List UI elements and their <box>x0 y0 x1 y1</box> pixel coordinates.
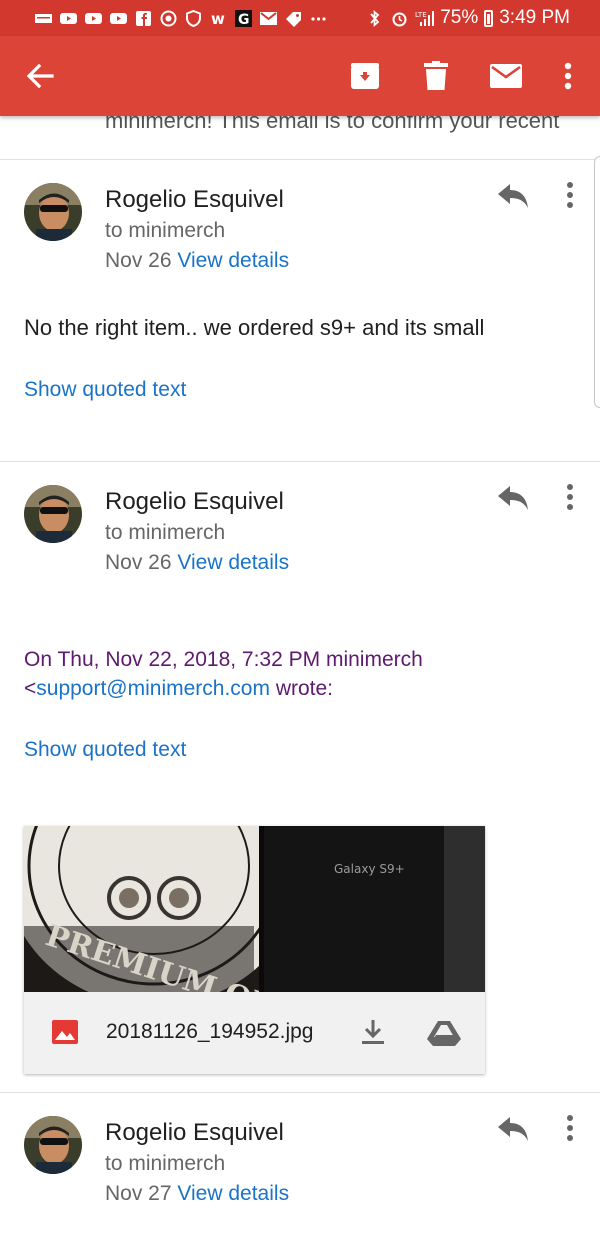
more-vert-icon[interactable] <box>548 56 588 96</box>
save-to-drive-icon[interactable] <box>427 1020 461 1046</box>
gmail-icon <box>259 10 278 27</box>
svg-text:w: w <box>211 10 225 27</box>
message-more-icon[interactable] <box>560 482 580 512</box>
battery-percent: 75% <box>440 7 479 28</box>
message-more-icon[interactable] <box>560 1113 580 1143</box>
youtube-icon <box>84 10 103 27</box>
quote-attribution-line: <support@minimerch.com wrote: <box>24 674 423 703</box>
reply-icon[interactable] <box>496 484 530 512</box>
message-divider <box>0 1092 600 1093</box>
youtube-icon <box>59 10 78 27</box>
avatar[interactable] <box>24 183 82 241</box>
app-notification-icon <box>159 10 178 27</box>
message-date: Nov 26 <box>105 551 172 574</box>
avatar[interactable] <box>24 1116 82 1174</box>
thumbnail-brand-text: Galaxy S9+ <box>334 862 405 876</box>
date-line: Nov 26 View details <box>105 249 289 273</box>
view-details-link[interactable]: View details <box>177 249 289 272</box>
bluetooth-icon <box>365 9 384 27</box>
youtube-icon <box>109 10 128 27</box>
recipient-line: to minimerch <box>105 521 226 544</box>
avatar[interactable] <box>24 485 82 543</box>
attachment-thumbnail[interactable]: PREMIUM QUALI Galaxy S9+ <box>24 826 485 992</box>
mark-unread-icon[interactable] <box>486 56 526 96</box>
svg-text:G: G <box>238 12 250 27</box>
date-line: Nov 27 View details <box>105 1182 289 1206</box>
status-time: 3:49 PM <box>499 7 570 28</box>
quote-attribution-line: On Thu, Nov 22, 2018, 7:32 PM minimerch <box>24 648 423 671</box>
reply-icon[interactable] <box>496 182 530 210</box>
delete-icon[interactable] <box>416 56 456 96</box>
quote-attribution-lt: < <box>24 677 37 700</box>
image-file-icon <box>52 1020 78 1044</box>
view-details-link[interactable]: View details <box>177 1182 289 1205</box>
app-g-icon: G <box>234 9 253 27</box>
shield-icon <box>184 9 203 27</box>
show-quoted-text-link[interactable]: Show quoted text <box>24 378 186 402</box>
quote-attribution-wrote: wrote: <box>269 677 334 700</box>
download-icon[interactable] <box>361 1018 385 1046</box>
message-notification-icon <box>34 10 53 27</box>
message-date: Nov 26 <box>105 249 172 272</box>
show-quoted-text-link[interactable]: Show quoted text <box>24 738 186 762</box>
quote-attribution: On Thu, Nov 22, 2018, 7:32 PM minimerch … <box>24 645 423 703</box>
network-label: LTE <box>415 11 427 19</box>
attachment-footer: 20181126_194952.jpg <box>24 992 485 1074</box>
signal-icon: LTE <box>415 10 435 27</box>
more-notifications-icon <box>309 10 328 27</box>
system-status: LTE 75% 3:49 PM <box>365 7 570 29</box>
message-divider <box>0 461 600 462</box>
sender-name: Rogelio Esquivel <box>105 488 284 515</box>
archive-icon[interactable] <box>345 56 385 96</box>
battery-icon <box>484 9 494 27</box>
date-line: Nov 26 View details <box>105 551 289 575</box>
scrollbar-thumb[interactable] <box>594 156 600 408</box>
alarm-icon <box>390 10 409 27</box>
attachment-card[interactable]: PREMIUM QUALI Galaxy S9+ 20181126_194952… <box>24 826 485 1074</box>
app-bar <box>0 36 600 116</box>
tag-icon <box>284 10 303 27</box>
reply-icon[interactable] <box>496 1115 530 1143</box>
back-arrow-icon[interactable] <box>20 56 60 96</box>
notification-icons: w G <box>34 9 328 27</box>
attachment-filename: 20181126_194952.jpg <box>106 1020 314 1043</box>
app-w-icon: w <box>209 10 228 27</box>
message-body: No the right item.. we ordered s9+ and i… <box>24 315 485 340</box>
status-bar: w G LTE 75% 3:49 PM <box>0 0 600 36</box>
message-date: Nov 27 <box>105 1182 172 1205</box>
view-details-link[interactable]: View details <box>177 551 289 574</box>
message-divider <box>0 159 600 160</box>
recipient-line: to minimerch <box>105 219 226 242</box>
facebook-icon <box>134 10 153 27</box>
quoted-sender-email-link[interactable]: support@minimerch.com <box>36 677 270 700</box>
sender-name: Rogelio Esquivel <box>105 186 284 213</box>
sender-name: Rogelio Esquivel <box>105 1119 284 1146</box>
message-more-icon[interactable] <box>560 180 580 210</box>
recipient-line: to minimerch <box>105 1152 226 1175</box>
